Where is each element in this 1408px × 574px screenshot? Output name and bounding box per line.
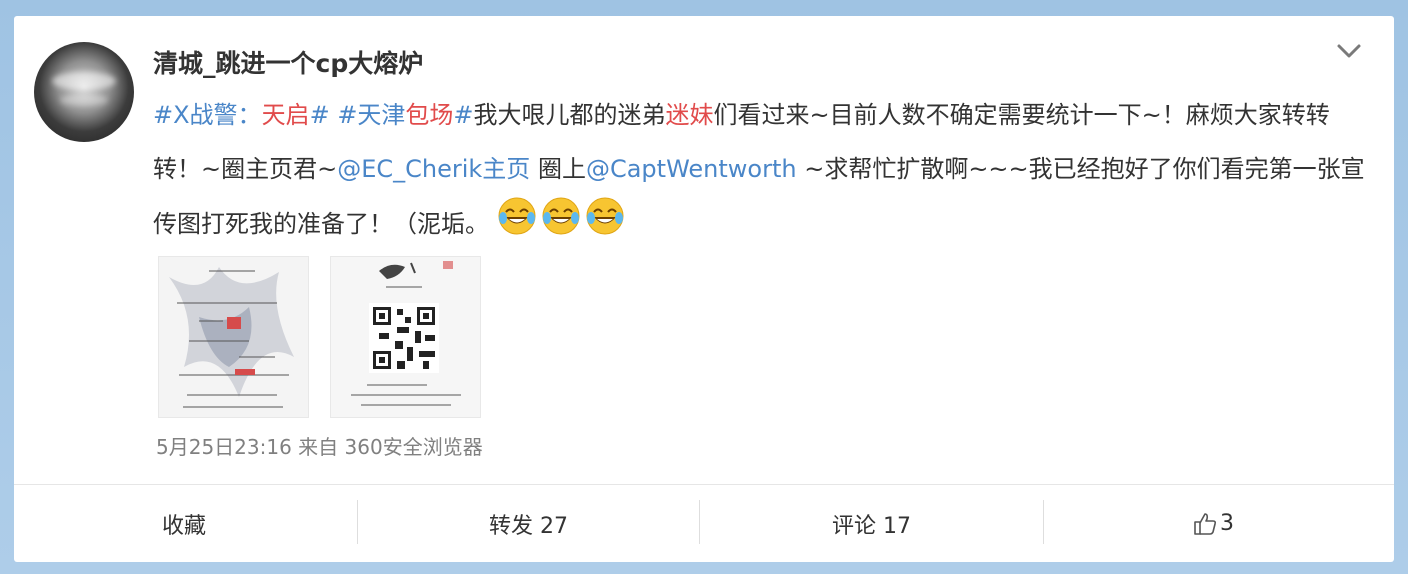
like-count: 3 bbox=[1220, 511, 1234, 536]
collect-button[interactable]: 收藏 bbox=[162, 485, 206, 562]
divider bbox=[14, 484, 1394, 485]
action-separator bbox=[357, 500, 358, 544]
weibo-post-card: 清城_跳进一个cp大熔炉 #X战警：天启# #天津包场#我大哏儿都的迷弟迷妹们看… bbox=[14, 16, 1394, 562]
mention-ec-cherik[interactable]: @EC_Cherik主页 bbox=[337, 155, 530, 183]
action-separator bbox=[1043, 500, 1044, 544]
avatar-highlight bbox=[60, 94, 108, 106]
comment-label: 评论 17 bbox=[832, 513, 911, 539]
post-text: #X战警：天启# #天津包场#我大哏儿都的迷弟迷妹们看过来~目前人数不确定需要统… bbox=[153, 88, 1368, 251]
avatar-highlight bbox=[52, 72, 116, 90]
action-separator bbox=[699, 500, 700, 544]
like-button[interactable]: 3 bbox=[1192, 485, 1234, 562]
topic-xmen-apocalypse[interactable]: #X战警：天启# bbox=[153, 101, 330, 129]
post-text-segment: 圈上 bbox=[530, 155, 586, 183]
mention-captwentworth[interactable]: @CaptWentworth bbox=[586, 155, 797, 183]
username[interactable]: 清城_跳进一个cp大熔炉 bbox=[153, 44, 423, 80]
poster-image-thumbnail[interactable] bbox=[158, 256, 309, 418]
post-text-highlight: 迷妹 bbox=[665, 101, 714, 129]
laugh-cry-emoji bbox=[586, 197, 624, 235]
post-text-segment: 我大哏儿都的迷弟 bbox=[473, 101, 666, 129]
qr-code-image-thumbnail[interactable] bbox=[330, 256, 481, 418]
comment-button[interactable]: 评论 17 bbox=[832, 485, 911, 562]
post-timestamp-source: 5月25日23:16 来自 360安全浏览器 bbox=[156, 435, 483, 459]
laugh-cry-emoji bbox=[498, 197, 536, 235]
poster-image bbox=[159, 257, 308, 417]
laugh-cry-emoji bbox=[542, 197, 580, 235]
qr-code-image bbox=[331, 257, 480, 417]
topic-tianjin-booking[interactable]: #天津包场# bbox=[337, 101, 473, 129]
repost-button[interactable]: 转发 27 bbox=[489, 485, 568, 562]
thumbs-up-icon bbox=[1194, 512, 1217, 535]
collect-label: 收藏 bbox=[162, 513, 207, 539]
chevron-down-icon[interactable] bbox=[1332, 38, 1366, 64]
repost-label: 转发 27 bbox=[489, 513, 568, 539]
avatar[interactable] bbox=[34, 42, 134, 142]
